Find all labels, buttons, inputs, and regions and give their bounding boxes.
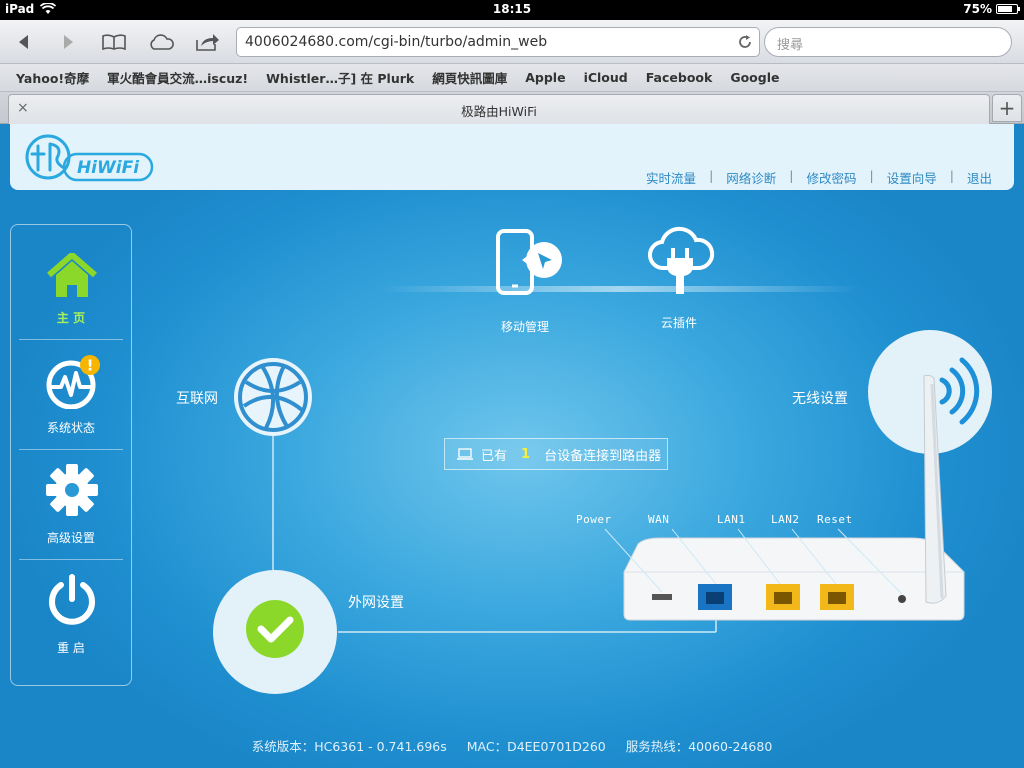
bookmark-link[interactable]: 軍火酷會員交流…iscuz! <box>107 68 248 87</box>
reload-icon[interactable] <box>737 34 753 50</box>
tab-close-button[interactable]: × <box>17 100 29 116</box>
forward-button[interactable] <box>52 28 84 56</box>
bookmark-link[interactable]: Apple <box>525 70 565 85</box>
tab-bar: × 极路由HiWiFi + <box>0 92 1024 124</box>
bookmark-link[interactable]: 網頁快訊圖庫 <box>432 68 507 87</box>
wan-settings-label: 外网设置 <box>348 595 404 611</box>
back-button[interactable] <box>8 28 40 56</box>
mac-address: MAC：D4EE0701D260 <box>466 739 606 754</box>
bookmark-link[interactable]: iCloud <box>584 70 628 85</box>
back-arrow-icon <box>19 35 28 49</box>
port-label-reset: Reset <box>817 513 853 526</box>
ios-status-bar: iPad 18:15 75% <box>0 0 1024 20</box>
url-text: 4006024680.com/cgi-bin/turbo/admin_web <box>245 34 548 50</box>
browser-toolbar: 4006024680.com/cgi-bin/turbo/admin_web 搜… <box>0 20 1024 64</box>
bookmark-link[interactable]: Whistler…子] 在 Plurk <box>266 68 414 87</box>
url-field[interactable]: 4006024680.com/cgi-bin/turbo/admin_web <box>236 27 760 57</box>
bookmark-link[interactable]: Yahoo!奇摩 <box>16 68 89 87</box>
icloud-tabs-button[interactable] <box>145 28 177 56</box>
battery-icon <box>996 4 1020 14</box>
bookmarks-button[interactable] <box>98 28 130 56</box>
cloud-icon <box>150 34 174 50</box>
battery-percent: 75% <box>963 2 992 16</box>
port-label-wan: WAN <box>648 513 670 526</box>
search-placeholder: 搜尋 <box>777 38 804 53</box>
new-tab-button[interactable]: + <box>992 94 1022 122</box>
page-footer: 系统版本：HC6361 - 0.741.696s MAC：D4EE0701D26… <box>0 736 1024 755</box>
port-leader-lines <box>604 528 903 595</box>
status-time: 18:15 <box>492 2 532 16</box>
tab-hiwifi[interactable]: × 极路由HiWiFi <box>8 94 990 124</box>
bookmarks-bar: Yahoo!奇摩 軍火酷會員交流…iscuz! Whistler…子] 在 Pl… <box>0 64 1024 92</box>
share-button[interactable] <box>192 28 224 56</box>
port-label-power: Power <box>576 513 612 526</box>
search-field[interactable]: 搜尋 <box>764 27 1012 57</box>
bookmark-link[interactable]: Google <box>730 70 779 85</box>
firmware-version: 系统版本：HC6361 - 0.741.696s <box>251 739 447 754</box>
bookmark-link[interactable]: Facebook <box>646 70 713 85</box>
service-hotline: 服务热线：40060-24680 <box>625 739 773 754</box>
wan-settings-button[interactable] <box>212 569 338 695</box>
forward-arrow-icon <box>64 35 73 49</box>
book-icon <box>102 34 126 51</box>
tab-title: 极路由HiWiFi <box>461 104 537 119</box>
share-icon <box>196 34 219 51</box>
router-admin-page: HiWiFi 实时流量 | 网络诊断 | 修改密码 | 设置向导 | 退出 主 … <box>0 124 1024 768</box>
port-label-lan1: LAN1 <box>717 513 746 526</box>
port-label-lan2: LAN2 <box>771 513 800 526</box>
